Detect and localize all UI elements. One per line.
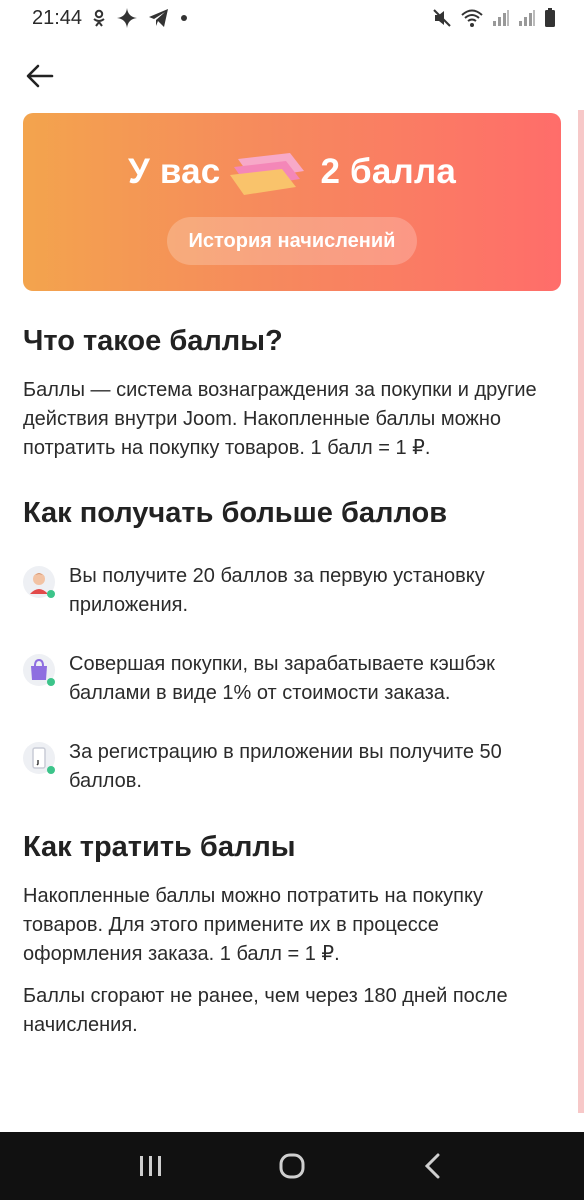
status-right: [432, 8, 556, 28]
user-avatar-icon: [23, 566, 55, 598]
phone-registration-icon: [23, 742, 55, 774]
recent-apps-icon: [139, 1156, 161, 1176]
list-item: За регистрацию в приложении вы получите …: [23, 738, 563, 796]
earn-item-text: За регистрацию в приложении вы получите …: [69, 741, 502, 792]
section-what-text: Баллы — система вознаграждения за покупк…: [23, 379, 537, 459]
system-navigation-bar: [0, 1132, 584, 1200]
list-item: Совершая покупки, вы зарабатываете кэшбэ…: [23, 650, 563, 708]
home-icon: [279, 1153, 305, 1179]
earn-ways-list: Вы получите 20 баллов за первую установк…: [23, 562, 563, 826]
odnoklassniki-icon: [92, 9, 106, 27]
sparkle-icon: [116, 7, 138, 29]
recent-apps-button[interactable]: [127, 1142, 175, 1190]
points-history-button[interactable]: История начислений: [166, 217, 418, 265]
points-screen: 21:44 У вас 2 балла История начислений Ч…: [0, 0, 584, 1200]
wifi-icon: [460, 8, 484, 28]
points-title-prefix: У вас: [127, 152, 221, 191]
signal-icon-2: [518, 9, 536, 27]
section-earn-title: Как получать больше баллов: [23, 497, 448, 529]
earn-item-text: Вы получите 20 баллов за первую установк…: [69, 565, 485, 616]
arrow-left-icon: [26, 64, 54, 88]
chevron-left-icon: [425, 1153, 440, 1179]
points-coin-icon: [228, 149, 312, 195]
points-title-suffix: 2 балла: [320, 152, 457, 191]
section-spend-text: Накопленные баллы можно потратить на пок…: [23, 885, 483, 965]
status-time: 21:44: [32, 6, 83, 29]
shopping-bag-icon: [23, 654, 55, 686]
section-what-title: Что такое баллы?: [23, 325, 283, 357]
points-banner: У вас 2 балла История начислений: [23, 113, 561, 291]
section-expiry-text: Баллы сгорают не ранее, чем через 180 дн…: [23, 985, 508, 1036]
battery-icon: [544, 8, 556, 28]
back-button[interactable]: [20, 56, 60, 96]
home-button[interactable]: [268, 1142, 316, 1190]
back-nav-button[interactable]: [409, 1142, 457, 1190]
status-bar: 21:44: [0, 0, 584, 36]
more-dot-icon: [180, 14, 188, 22]
points-balance-title: У вас 2 балла: [128, 149, 456, 195]
earn-item-text: Совершая покупки, вы зарабатываете кэшбэ…: [69, 653, 495, 704]
scrollbar[interactable]: [578, 110, 584, 1113]
status-left: 21:44: [32, 7, 188, 30]
telegram-icon: [148, 8, 170, 28]
list-item: Вы получите 20 баллов за первую установк…: [23, 562, 563, 620]
section-spend-title: Как тратить баллы: [23, 831, 296, 863]
mute-icon: [432, 8, 452, 28]
signal-icon-1: [492, 9, 510, 27]
